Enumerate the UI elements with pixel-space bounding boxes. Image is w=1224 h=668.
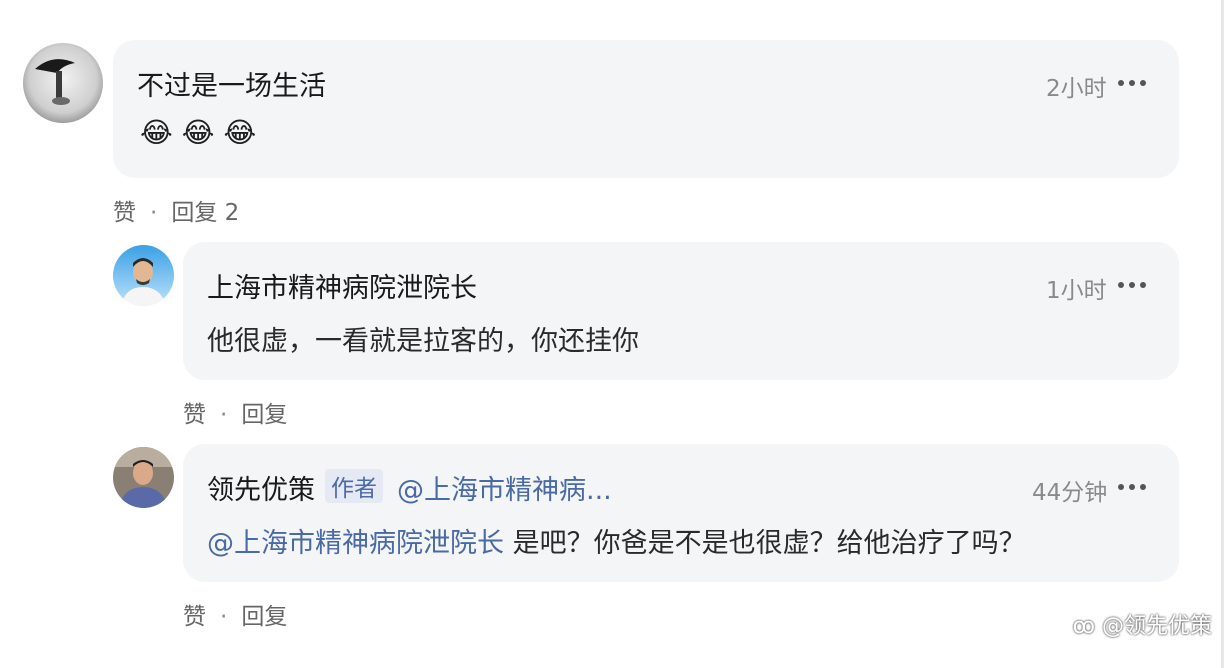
more-icon[interactable] bbox=[1118, 280, 1146, 290]
comment-actions: 赞 · 回复 bbox=[183, 597, 287, 631]
avatar[interactable] bbox=[113, 447, 174, 508]
comment-text: 他很虚，一看就是拉客的，你还挂你 bbox=[207, 326, 639, 357]
comment-actions: 赞 · 回复 bbox=[183, 395, 287, 429]
emoji-row: 😂 😂 😂 bbox=[140, 116, 256, 149]
comment-author-name[interactable]: 不过是一场生活 bbox=[137, 64, 326, 103]
reply-button[interactable]: 回复 2 bbox=[171, 200, 239, 226]
laughing-tears-emoji-icon: 😂 bbox=[181, 116, 215, 149]
user-mention[interactable]: @上海市精神病院泄院长 bbox=[207, 528, 504, 559]
comment-body: 是吧？你爸是不是也很虚？给他治疗了吗？ bbox=[512, 528, 1026, 559]
laughing-tears-emoji-icon: 😂 bbox=[140, 116, 173, 149]
comment-time: 2小时 bbox=[1046, 76, 1107, 102]
like-button[interactable]: 赞 bbox=[183, 604, 206, 630]
more-icon[interactable] bbox=[1118, 78, 1146, 88]
reply-to-mention[interactable]: @上海市精神病... bbox=[397, 475, 612, 506]
reply-button[interactable]: 回复 bbox=[241, 402, 287, 428]
laughing-tears-emoji-icon: 😂 bbox=[223, 116, 257, 149]
more-icon[interactable] bbox=[1118, 482, 1146, 492]
reply-button[interactable]: 回复 bbox=[241, 604, 287, 630]
comment-time: 1小时 bbox=[1046, 278, 1107, 304]
avatar[interactable] bbox=[113, 245, 174, 306]
separator-dot: · bbox=[220, 604, 228, 630]
comment-author-header: 领先优策 作者 @上海市精神病... bbox=[207, 468, 612, 507]
watermark-text: @领先优策 bbox=[1101, 614, 1212, 639]
author-badge: 作者 bbox=[325, 469, 383, 503]
comment-text: @上海市精神病院泄院长 是吧？你爸是不是也很虚？给他治疗了吗？ bbox=[207, 521, 1026, 560]
watermark: ꝏ @领先优策 bbox=[1073, 608, 1212, 640]
like-button[interactable]: 赞 bbox=[113, 200, 136, 226]
avatar[interactable] bbox=[23, 43, 103, 123]
separator-dot: · bbox=[150, 200, 158, 226]
comment-bubble bbox=[113, 40, 1179, 178]
comment-bubble bbox=[183, 242, 1179, 380]
separator-dot: · bbox=[220, 402, 228, 428]
like-button[interactable]: 赞 bbox=[183, 402, 206, 428]
comment-author-name[interactable]: 上海市精神病院泄院长 bbox=[207, 266, 477, 305]
comment-time: 44分钟 bbox=[1032, 480, 1108, 506]
comment-bubble bbox=[183, 444, 1179, 582]
watermark-logo-icon: ꝏ bbox=[1072, 614, 1095, 639]
comment-author-name[interactable]: 领先优策 bbox=[207, 475, 315, 506]
comment-actions: 赞 · 回复 2 bbox=[113, 193, 239, 227]
